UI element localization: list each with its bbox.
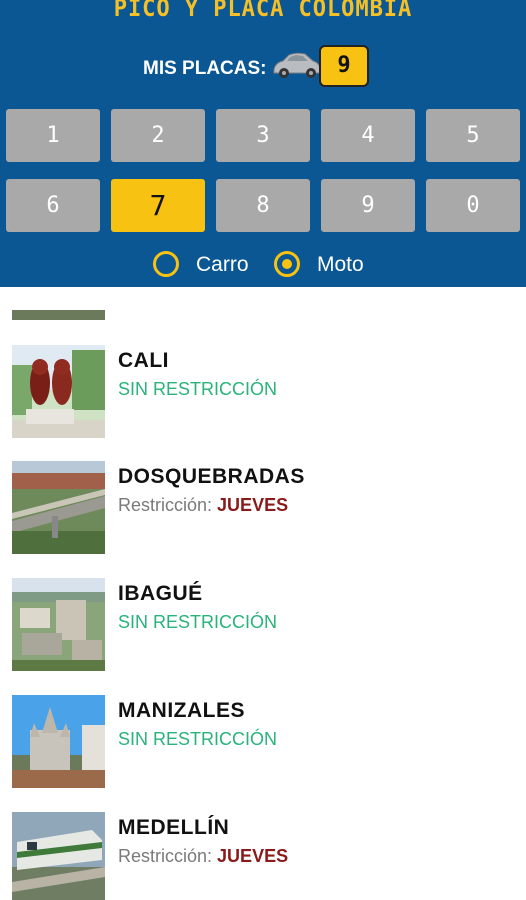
digit-button-5[interactable]: 5 [426,109,520,162]
carro-label[interactable]: Carro [196,253,249,277]
moto-label[interactable]: Moto [317,253,364,277]
city-thumbnail-cali [12,345,105,438]
car-icon [273,52,321,78]
city-name: CALI [118,349,169,372]
moto-radio[interactable] [274,251,300,277]
city-thumbnail-medellin [12,812,105,900]
digit-button-3[interactable]: 3 [216,109,310,162]
restriction-status: Restricción: JUEVES [118,846,288,867]
digit-button-4[interactable]: 4 [321,109,415,162]
radio-selected-dot [282,259,292,269]
digit-button-0[interactable]: 0 [426,179,520,232]
carro-radio[interactable] [153,251,179,277]
my-plates-label: MIS PLACAS: [143,58,267,79]
city-row-cali[interactable]: CALI SIN RESTRICCIÓN [0,345,526,445]
city-thumbnail-manizales [12,695,105,788]
restriction-status: SIN RESTRICCIÓN [118,612,278,632]
city-name: MANIZALES [118,699,245,722]
city-name: MEDELLÍN [118,816,230,839]
city-row-dosquebradas[interactable]: DOSQUEBRADAS Restricción: JUEVES [0,461,526,561]
city-thumbnail-partial [12,310,105,320]
digit-button-6[interactable]: 6 [6,179,100,232]
city-thumbnail-dosquebradas [12,461,105,554]
restriction-status: SIN RESTRICCIÓN [118,379,278,399]
restriction-status: SIN RESTRICCIÓN [118,729,278,749]
vehicle-type-selector: Carro Moto [0,248,526,282]
city-row-medellin[interactable]: MEDELLÍN Restricción: JUEVES [0,812,526,900]
header: PICO Y PLACA COLOMBIA MIS PLACAS: 9 1 2 … [0,0,526,287]
city-thumbnail-ibague [12,578,105,671]
city-name: IBAGUÉ [118,582,203,605]
restriction-label: Restricción: [118,846,213,866]
restriction-status: Restricción: JUEVES [118,495,288,516]
restriction-day: JUEVES [217,846,289,866]
my-plates-row: MIS PLACAS: 9 [0,44,526,88]
city-row-ibague[interactable]: IBAGUÉ SIN RESTRICCIÓN [0,578,526,678]
digit-button-2[interactable]: 2 [111,109,205,162]
plate-digit-box[interactable]: 9 [319,45,369,87]
digit-button-8[interactable]: 8 [216,179,310,232]
city-row-manizales[interactable]: MANIZALES SIN RESTRICCIÓN [0,695,526,795]
restriction-label: Restricción: [118,495,213,515]
city-name: DOSQUEBRADAS [118,465,305,488]
restriction-day: JUEVES [217,495,289,515]
digit-button-7[interactable]: 7 [111,179,205,232]
city-list[interactable]: CALI SIN RESTRICCIÓN DOSQUEBRADAS Restri… [0,287,526,900]
digit-button-1[interactable]: 1 [6,109,100,162]
digit-button-9[interactable]: 9 [321,179,415,232]
app-title: PICO Y PLACA COLOMBIA [113,0,413,22]
